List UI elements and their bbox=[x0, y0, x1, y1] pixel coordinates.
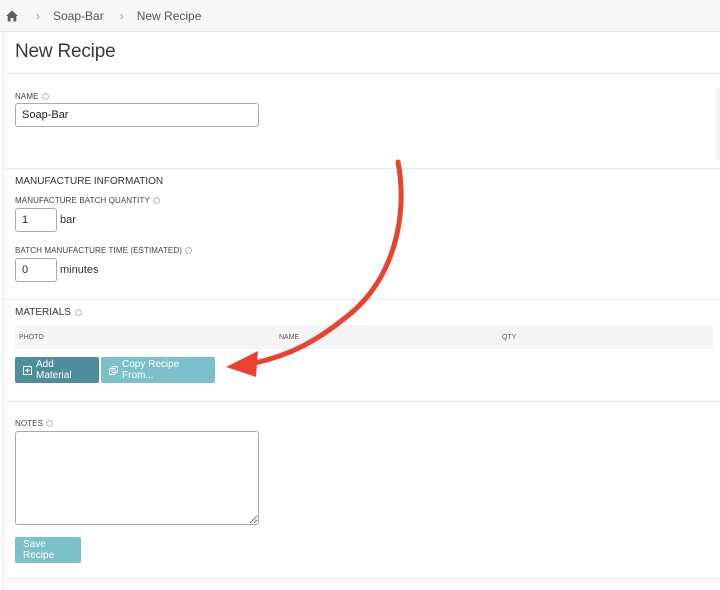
help-icon[interactable]: ? bbox=[74, 309, 82, 316]
page-title: New Recipe bbox=[15, 41, 116, 62]
name-input[interactable] bbox=[15, 103, 259, 127]
add-material-label: Add Material bbox=[36, 359, 72, 381]
copy-recipe-button[interactable]: Copy Recipe From... bbox=[101, 357, 215, 383]
divider bbox=[4, 299, 720, 300]
divider bbox=[4, 73, 720, 74]
content-left-border bbox=[3, 32, 4, 590]
copy-recipe-label: Copy Recipe From... bbox=[122, 359, 180, 381]
save-recipe-label: Save Recipe bbox=[23, 539, 55, 561]
copy-icon bbox=[109, 365, 118, 375]
plus-square-icon bbox=[23, 365, 32, 375]
batch-time-unit: minutes bbox=[60, 264, 99, 276]
help-icon[interactable]: ? bbox=[41, 93, 49, 100]
column-photo: PHOTO bbox=[19, 334, 44, 341]
divider bbox=[4, 578, 720, 579]
divider bbox=[4, 401, 720, 402]
notes-textarea[interactable] bbox=[15, 431, 259, 525]
help-icon[interactable]: ? bbox=[46, 420, 54, 427]
column-qty: QTY bbox=[502, 334, 517, 341]
help-icon[interactable]: ? bbox=[184, 247, 192, 254]
save-recipe-button[interactable]: Save Recipe bbox=[15, 537, 81, 563]
materials-heading: MATERIALS? bbox=[15, 307, 82, 318]
breadcrumb-item-current: New Recipe bbox=[136, 8, 202, 23]
help-icon[interactable]: ? bbox=[152, 197, 160, 204]
chevron-right-icon: › bbox=[119, 8, 124, 23]
manufacture-heading: MANUFACTURE INFORMATION bbox=[15, 176, 164, 187]
batch-qty-label: MANUFACTURE BATCH QUANTITY? bbox=[15, 196, 160, 205]
breadcrumb-item-soap-bar[interactable]: Soap-Bar bbox=[53, 9, 104, 23]
breadcrumb: › Soap-Bar › New Recipe bbox=[0, 0, 720, 32]
notes-label: NOTES? bbox=[15, 419, 54, 428]
column-name: NAME bbox=[279, 334, 300, 341]
divider bbox=[4, 168, 720, 169]
name-label: NAME? bbox=[15, 92, 49, 101]
batch-qty-input[interactable] bbox=[15, 208, 57, 232]
materials-table-header: PHOTO NAME QTY bbox=[15, 325, 713, 349]
batch-time-label: BATCH MANUFACTURE TIME (ESTIMATED)? bbox=[15, 246, 192, 255]
add-material-button[interactable]: Add Material bbox=[15, 357, 99, 383]
batch-qty-unit: bar bbox=[60, 214, 76, 226]
scroll-edge bbox=[716, 88, 720, 160]
home-icon[interactable] bbox=[5, 9, 19, 23]
batch-time-input[interactable] bbox=[15, 258, 57, 282]
chevron-right-icon: › bbox=[36, 8, 40, 23]
